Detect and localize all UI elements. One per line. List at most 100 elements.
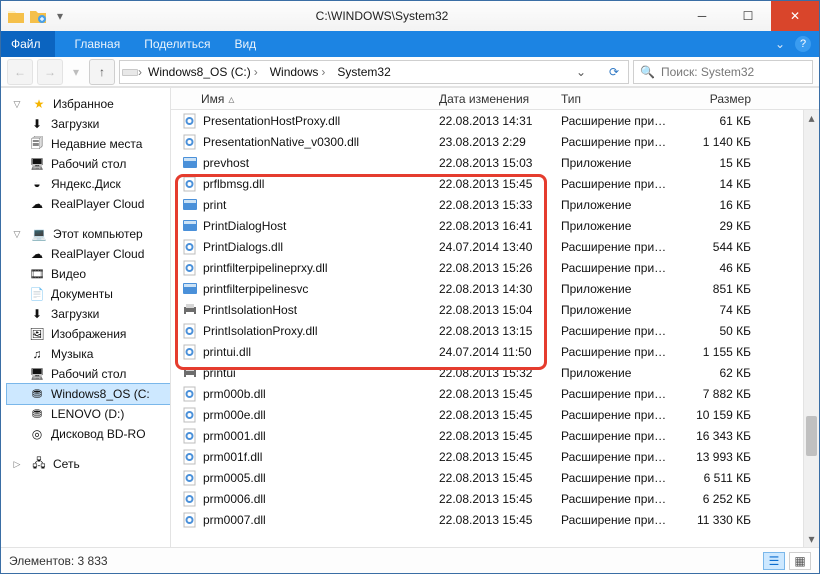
- nav-item-recent[interactable]: 🗐Недавние места: [7, 134, 170, 154]
- file-row[interactable]: PrintIsolationHost22.08.2013 15:04Прилож…: [171, 299, 819, 320]
- nav-item-desktop2[interactable]: 🖥Рабочий стол: [7, 364, 170, 384]
- nav-item-desktop[interactable]: 🖥Рабочий стол: [7, 154, 170, 174]
- search-box[interactable]: 🔍 Поиск: System32: [633, 60, 813, 84]
- nav-item-drive-c[interactable]: ⛃Windows8_OS (C:: [7, 384, 170, 404]
- thumbnails-view-button[interactable]: ▦: [789, 552, 811, 570]
- scroll-thumb[interactable]: [806, 416, 817, 456]
- documents-icon: 📄: [29, 286, 45, 302]
- file-row[interactable]: prevhost22.08.2013 15:03Приложение15 КБ: [171, 152, 819, 173]
- ribbon-expand-icon[interactable]: ⌄: [775, 37, 785, 51]
- title-bar: ▾ C:\WINDOWS\System32 ─ ☐ ✕: [1, 1, 819, 31]
- breadcrumb-segment[interactable]: Windows ›: [264, 65, 332, 79]
- file-row[interactable]: PrintIsolationProxy.dll22.08.2013 13:15Р…: [171, 320, 819, 341]
- file-date: 22.08.2013 16:41: [439, 219, 561, 233]
- nav-item-realplayer[interactable]: ☁RealPlayer Cloud: [7, 194, 170, 214]
- scroll-up-icon[interactable]: ▴: [804, 110, 819, 126]
- column-header-date[interactable]: Дата изменения: [439, 92, 561, 106]
- file-size: 6 511 КБ: [685, 471, 757, 485]
- nav-forward-button[interactable]: →: [37, 59, 63, 85]
- file-row[interactable]: prm000b.dll22.08.2013 15:45Расширение пр…: [171, 383, 819, 404]
- ribbon-tab-home[interactable]: Главная: [63, 37, 133, 51]
- ribbon-tab-view[interactable]: Вид: [222, 37, 268, 51]
- nav-item-drive-d[interactable]: ⛃LENOVO (D:): [7, 404, 170, 424]
- file-name: PrintDialogHost: [203, 219, 286, 233]
- file-date: 22.08.2013 15:45: [439, 492, 561, 506]
- file-icon: [181, 449, 199, 465]
- file-name: PrintDialogs.dll: [203, 240, 283, 254]
- nav-item-documents[interactable]: 📄Документы: [7, 284, 170, 304]
- file-row[interactable]: print22.08.2013 15:33Приложение16 КБ: [171, 194, 819, 215]
- file-row[interactable]: prm0007.dll22.08.2013 15:45Расширение пр…: [171, 509, 819, 530]
- column-header-name[interactable]: Имя ▵: [181, 92, 439, 106]
- file-size: 50 КБ: [685, 324, 757, 338]
- nav-back-button[interactable]: ←: [7, 59, 33, 85]
- nav-item-downloads[interactable]: ⬇Загрузки: [7, 114, 170, 134]
- new-folder-icon[interactable]: [29, 7, 47, 25]
- window-controls: ─ ☐ ✕: [679, 1, 819, 31]
- ribbon-tab-share[interactable]: Поделиться: [132, 37, 222, 51]
- file-size: 15 КБ: [685, 156, 757, 170]
- file-icon: [181, 428, 199, 444]
- help-icon[interactable]: ?: [795, 36, 811, 52]
- breadcrumb-segment[interactable]: System32: [331, 65, 396, 79]
- file-row[interactable]: prm001f.dll22.08.2013 15:45Расширение пр…: [171, 446, 819, 467]
- qat-dropdown-icon[interactable]: ▾: [51, 7, 69, 25]
- file-size: 1 140 КБ: [685, 135, 757, 149]
- nav-network-header[interactable]: ▷ 🖧 Сеть: [7, 454, 170, 474]
- breadcrumb-bar[interactable]: › Windows8_OS (C:) › Windows › System32 …: [119, 60, 629, 84]
- file-row[interactable]: PresentationHostProxy.dll22.08.2013 14:3…: [171, 110, 819, 131]
- nav-item-pictures[interactable]: 🖼Изображения: [7, 324, 170, 344]
- file-name: prm0007.dll: [203, 513, 266, 527]
- scroll-down-icon[interactable]: ▾: [804, 531, 819, 547]
- nav-history-dropdown[interactable]: ▾: [67, 59, 85, 85]
- close-button[interactable]: ✕: [771, 1, 819, 31]
- file-row[interactable]: printfilterpipelineprxy.dll22.08.2013 15…: [171, 257, 819, 278]
- nav-favorites-header[interactable]: ▽ ★ Избранное: [7, 94, 170, 114]
- file-name: prm000e.dll: [203, 408, 266, 422]
- column-header-size[interactable]: Размер: [685, 92, 757, 106]
- drive-icon: ⛃: [29, 406, 45, 422]
- refresh-icon[interactable]: ⟳: [606, 64, 622, 80]
- file-row[interactable]: prflbmsg.dll22.08.2013 15:45Расширение п…: [171, 173, 819, 194]
- file-row[interactable]: PrintDialogs.dll24.07.2014 13:40Расширен…: [171, 236, 819, 257]
- maximize-button[interactable]: ☐: [725, 1, 771, 31]
- nav-item-yandex[interactable]: ◒Яндекс.Диск: [7, 174, 170, 194]
- breadcrumb-dropdown-icon[interactable]: ⌄: [560, 65, 602, 79]
- nav-up-button[interactable]: ↑: [89, 59, 115, 85]
- file-row[interactable]: printui22.08.2013 15:32Приложение62 КБ: [171, 362, 819, 383]
- file-row[interactable]: printui.dll24.07.2014 11:50Расширение пр…: [171, 341, 819, 362]
- file-menu-button[interactable]: Файл: [1, 31, 55, 57]
- nav-computer-header[interactable]: ▽ 💻 Этот компьютер: [7, 224, 170, 244]
- nav-item-music[interactable]: ♫Музыка: [7, 344, 170, 364]
- file-row[interactable]: prm0005.dll22.08.2013 15:45Расширение пр…: [171, 467, 819, 488]
- nav-item-realplayer2[interactable]: ☁RealPlayer Cloud: [7, 244, 170, 264]
- nav-item-bdrom[interactable]: ◎Дисковод BD-RO: [7, 424, 170, 444]
- minimize-button[interactable]: ─: [679, 1, 725, 31]
- scroll-track[interactable]: [804, 126, 819, 531]
- chevron-right-icon: ▷: [9, 456, 25, 472]
- nav-item-video[interactable]: 🎞Видео: [7, 264, 170, 284]
- file-row[interactable]: PrintDialogHost22.08.2013 16:41Приложени…: [171, 215, 819, 236]
- file-list-pane: Имя ▵ Дата изменения Тип Размер Presenta…: [171, 88, 819, 547]
- column-header-type[interactable]: Тип: [561, 92, 685, 106]
- file-row[interactable]: prm0006.dll22.08.2013 15:45Расширение пр…: [171, 488, 819, 509]
- file-row[interactable]: printfilterpipelinesvc22.08.2013 14:30Пр…: [171, 278, 819, 299]
- file-date: 22.08.2013 14:31: [439, 114, 561, 128]
- file-row[interactable]: prm000e.dll22.08.2013 15:45Расширение пр…: [171, 404, 819, 425]
- file-size: 1 155 КБ: [685, 345, 757, 359]
- file-type: Расширение при…: [561, 387, 685, 401]
- ribbon-tabs: Файл Главная Поделиться Вид ⌄ ?: [1, 31, 819, 57]
- vertical-scrollbar[interactable]: ▴ ▾: [803, 110, 819, 547]
- details-view-button[interactable]: ☰: [763, 552, 785, 570]
- file-type: Расширение при…: [561, 261, 685, 275]
- file-row[interactable]: PresentationNative_v0300.dll23.08.2013 2…: [171, 131, 819, 152]
- file-type: Расширение при…: [561, 345, 685, 359]
- nav-item-downloads2[interactable]: ⬇Загрузки: [7, 304, 170, 324]
- file-type: Расширение при…: [561, 177, 685, 191]
- file-name: prm0001.dll: [203, 429, 266, 443]
- file-row[interactable]: prm0001.dll22.08.2013 15:45Расширение пр…: [171, 425, 819, 446]
- status-bar: Элементов: 3 833 ☰ ▦: [1, 547, 819, 573]
- breadcrumb-segment[interactable]: Windows8_OS (C:) ›: [142, 65, 264, 79]
- explorer-window: ▾ C:\WINDOWS\System32 ─ ☐ ✕ Файл Главная…: [0, 0, 820, 574]
- optical-disc-icon: ◎: [29, 426, 45, 442]
